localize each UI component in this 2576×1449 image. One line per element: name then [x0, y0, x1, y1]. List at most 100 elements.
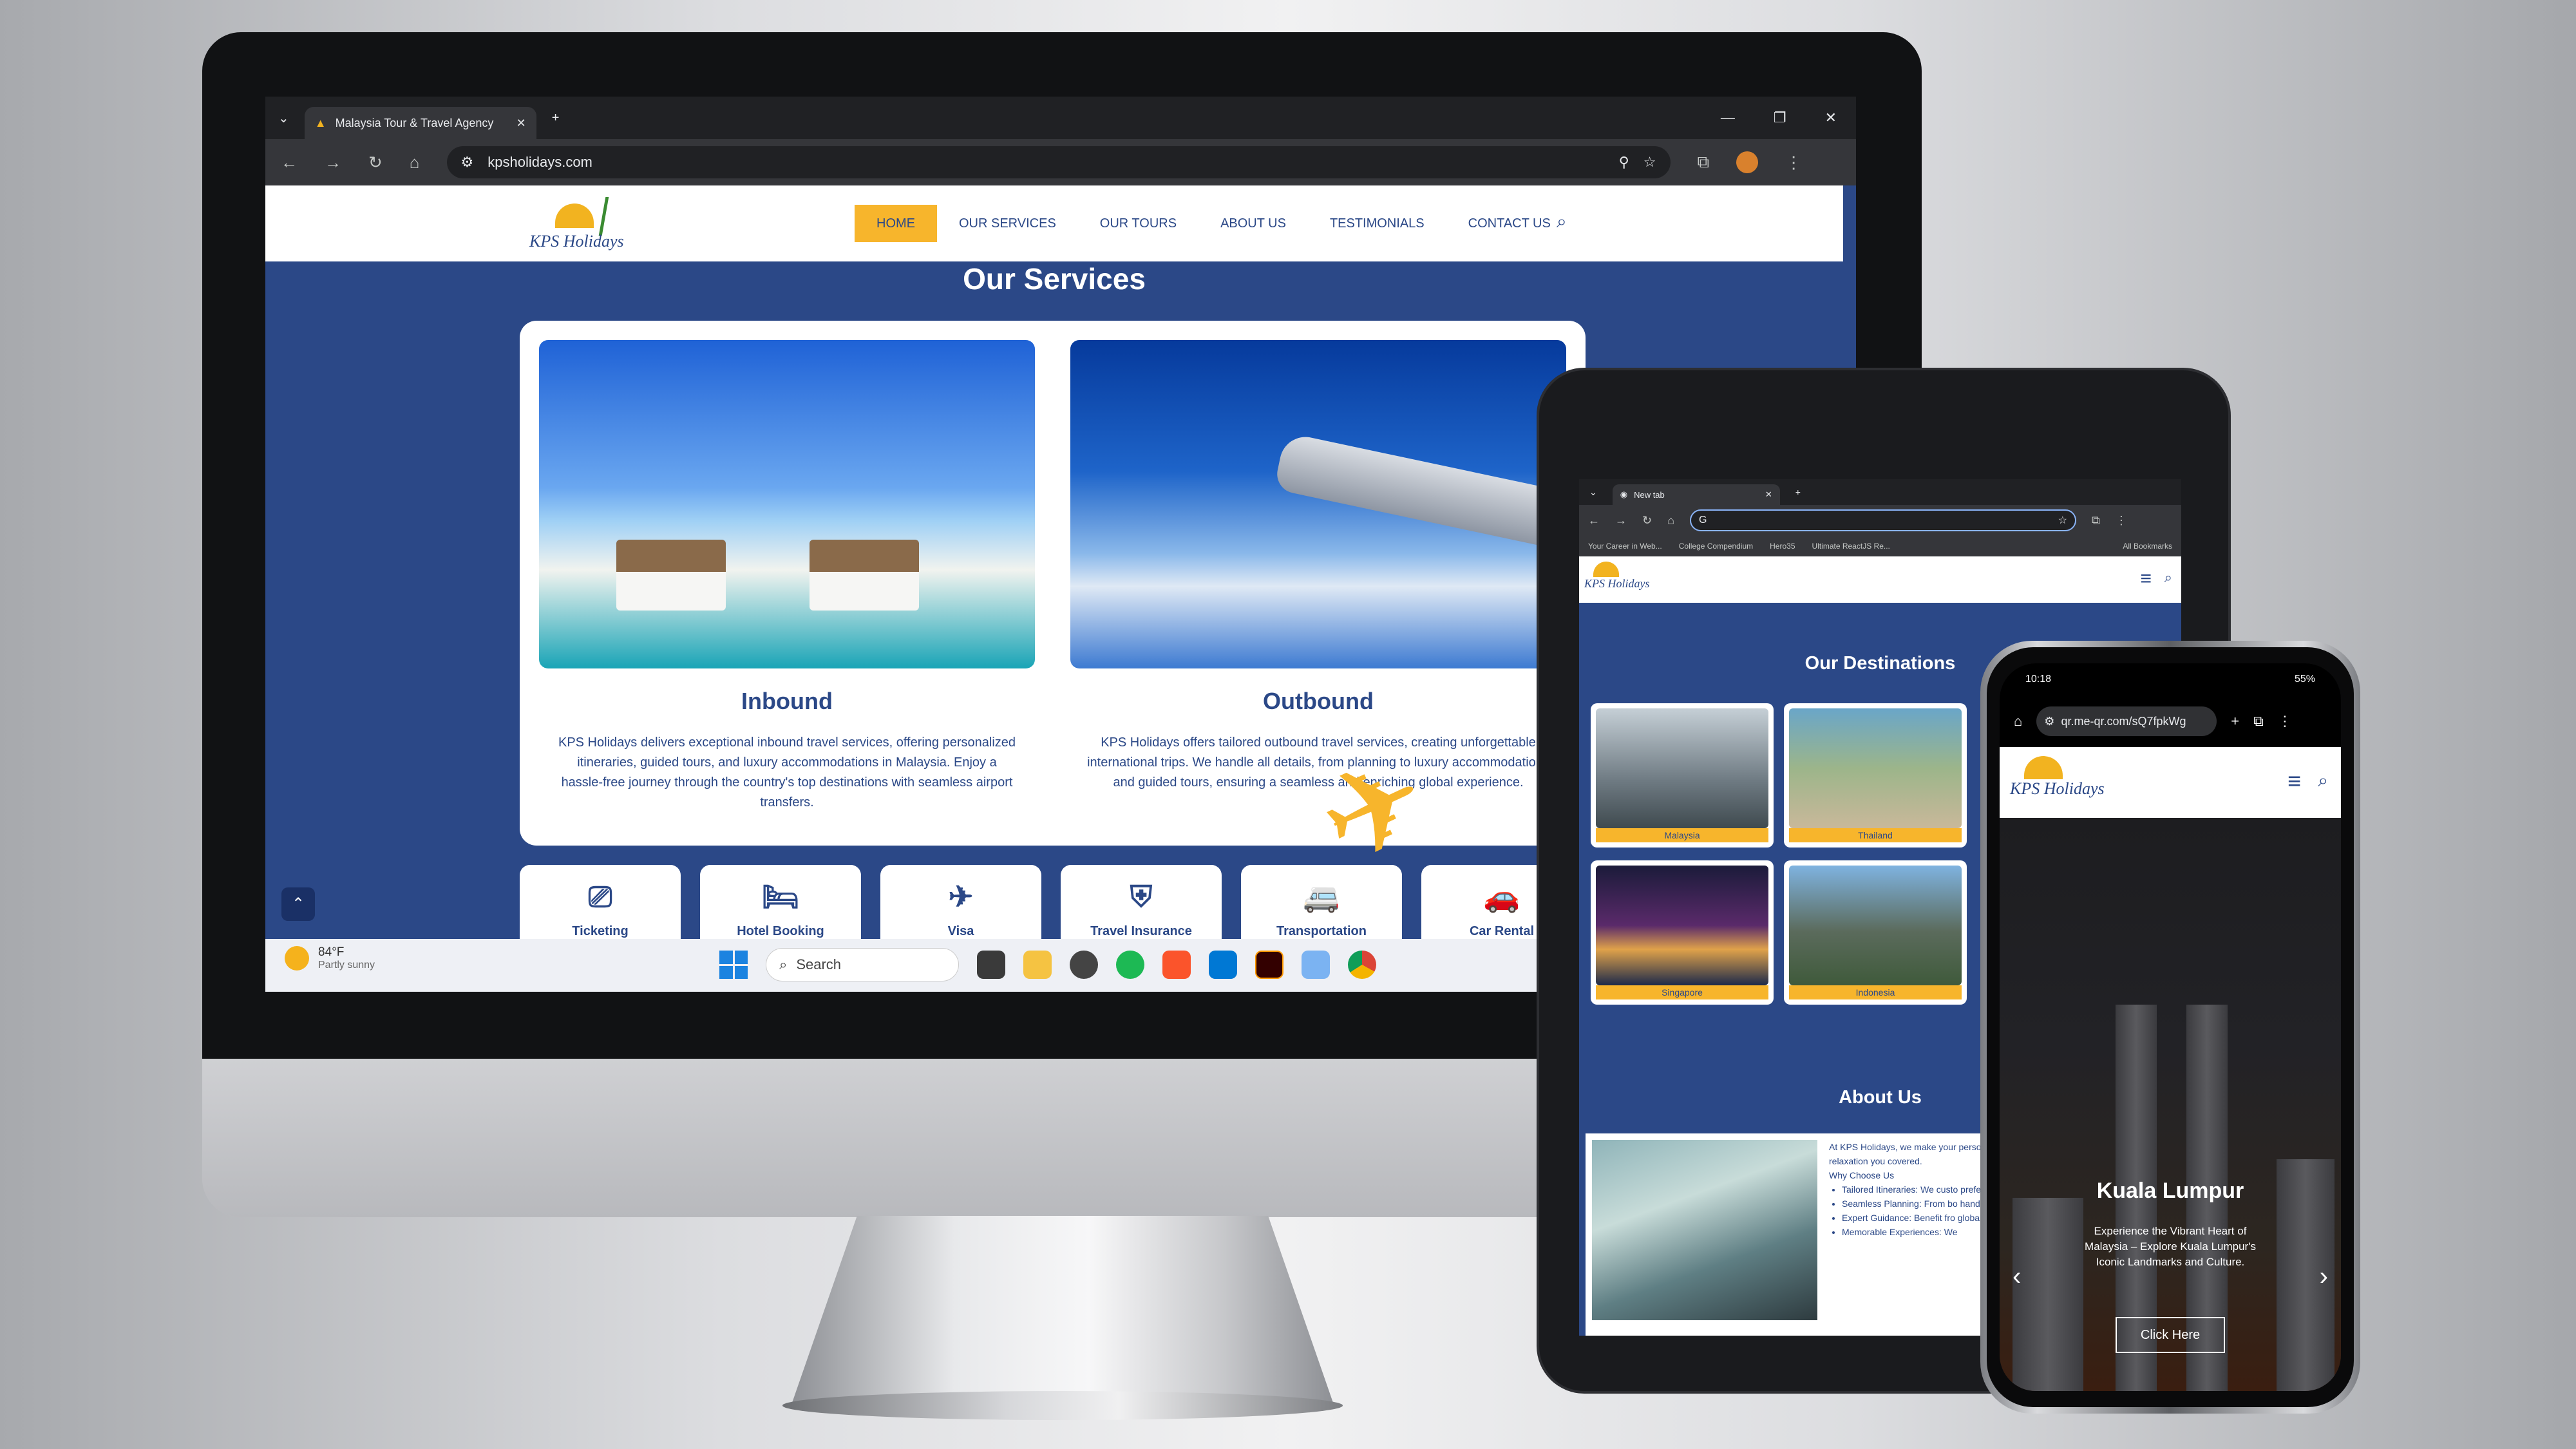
chrome-icon[interactable]: [1348, 951, 1376, 979]
car-icon: 🚗: [1483, 880, 1520, 913]
tablet-site-navbar: KPS Holidays ≡ ⌕: [1579, 556, 2181, 603]
menu-contact-us[interactable]: CONTACT US: [1446, 205, 1573, 242]
tab-search-icon[interactable]: ⌄: [278, 110, 289, 126]
forward-icon[interactable]: →: [1615, 514, 1627, 527]
service-card-hotel[interactable]: 🛏 Hotel Booking: [700, 865, 861, 939]
destination-card[interactable]: Malaysia: [1591, 703, 1774, 848]
illustrator-icon[interactable]: [1255, 951, 1283, 979]
forward-icon[interactable]: →: [325, 153, 341, 173]
service-cards-row: ⎚ Ticketing 🛏 Hotel Booking ✈ Visa ⛨ Travel …: [520, 865, 1582, 939]
phone-screen: 10:18 55% ⌂ ⚙ qr.me-qr.com/sQ7fpkWg + ⧉ …: [2000, 663, 2341, 1391]
destination-card[interactable]: Indonesia: [1784, 860, 1967, 1005]
weather-temp: 84°F: [318, 945, 345, 959]
address-bar[interactable]: ⚙ qr.me-qr.com/sQ7fpkWg: [2036, 706, 2217, 736]
browser-tab[interactable]: ◉ New tab ✕: [1612, 484, 1780, 505]
new-tab-button[interactable]: +: [552, 111, 560, 126]
click-here-button[interactable]: Click Here: [2116, 1317, 2225, 1353]
close-window-icon[interactable]: ✕: [1825, 109, 1837, 126]
service-title-inbound: Inbound: [741, 688, 833, 714]
service-card-visa[interactable]: ✈ Visa: [880, 865, 1041, 939]
address-bar[interactable]: G ☆: [1689, 509, 2076, 531]
minimize-icon[interactable]: —: [1721, 109, 1735, 126]
site-info-icon[interactable]: ⚙: [461, 154, 474, 171]
bookmark-item[interactable]: Hero35: [1770, 542, 1795, 551]
search-icon[interactable]: ⌕: [2318, 770, 2328, 791]
service-card-ticketing[interactable]: ⎚ Ticketing: [520, 865, 681, 939]
weather-widget[interactable]: 84°F Partly sunny: [285, 945, 375, 971]
prev-arrow-icon[interactable]: ‹: [2012, 1262, 2021, 1291]
back-icon[interactable]: ←: [281, 153, 298, 173]
service-card-transportation[interactable]: 🚐 Transportation: [1241, 865, 1402, 939]
next-arrow-icon[interactable]: ›: [2320, 1262, 2328, 1291]
service-title-outbound: Outbound: [1263, 688, 1374, 714]
app-icon[interactable]: [1070, 951, 1098, 979]
service-label: Ticketing: [572, 924, 629, 938]
bookmark-item[interactable]: Ultimate ReactJS Re...: [1812, 542, 1890, 551]
menu-kebab-icon[interactable]: ⋮: [1785, 153, 1802, 173]
windows-start-icon[interactable]: [719, 951, 748, 979]
home-icon[interactable]: ⌂: [2014, 713, 2022, 730]
extensions-icon[interactable]: ⧉: [2092, 514, 2100, 527]
weather-desc: Partly sunny: [318, 960, 375, 971]
taskbar-search[interactable]: ⌕ Search: [766, 948, 959, 981]
reload-icon[interactable]: ↻: [368, 153, 383, 173]
menu-home[interactable]: HOME: [855, 205, 937, 242]
tab-title: Malaysia Tour & Travel Agency: [335, 116, 494, 129]
snipping-tool-icon[interactable]: [1302, 951, 1330, 979]
menu-testimonials[interactable]: TESTIMONIALS: [1308, 205, 1446, 242]
main-menu: HOME OUR SERVICES OUR TOURS ABOUT US TES…: [855, 205, 1573, 242]
destination-card[interactable]: Thailand: [1784, 703, 1967, 848]
bookmark-item[interactable]: College Compendium: [1679, 542, 1753, 551]
tab-search-icon[interactable]: ⌄: [1589, 487, 1597, 498]
menu-kebab-icon[interactable]: ⋮: [2278, 713, 2292, 730]
destination-card[interactable]: Singapore: [1591, 860, 1774, 1005]
new-tab-button[interactable]: +: [1795, 487, 1801, 497]
browser-tab[interactable]: ▲ Malaysia Tour & Travel Agency ✕: [304, 107, 536, 139]
new-tab-icon[interactable]: +: [2231, 713, 2239, 730]
service-card-insurance[interactable]: ⛨ Travel Insurance: [1061, 865, 1222, 939]
search-icon[interactable]: ⌕: [2164, 569, 2172, 586]
search-icon: ⌕: [779, 956, 788, 972]
bookmark-star-icon[interactable]: ☆: [1643, 154, 1656, 171]
address-bar[interactable]: ⚙ kpsholidays.com ⚲ ☆: [446, 146, 1671, 178]
menu-our-services[interactable]: OUR SERVICES: [937, 205, 1078, 242]
search-icon[interactable]: ⌕: [1557, 211, 1567, 232]
service-label: Car Rental: [1469, 924, 1535, 938]
home-icon[interactable]: ⌂: [1667, 514, 1674, 527]
reload-icon[interactable]: ↻: [1642, 514, 1652, 527]
file-explorer-icon[interactable]: [1023, 951, 1052, 979]
menu-about-us[interactable]: ABOUT US: [1198, 205, 1308, 242]
bookmark-item[interactable]: Your Career in Web...: [1588, 542, 1662, 551]
tab-close-icon[interactable]: ✕: [1765, 489, 1772, 500]
menu-kebab-icon[interactable]: ⋮: [2116, 514, 2127, 527]
site-logo[interactable]: KPS Holidays: [2010, 756, 2105, 799]
zoom-icon[interactable]: ⚲: [1619, 154, 1629, 171]
home-icon[interactable]: ⌂: [410, 153, 420, 173]
hut-shape: [810, 540, 919, 611]
url-text: qr.me-qr.com/sQ7fpkWg: [2061, 714, 2186, 728]
spotify-icon[interactable]: [1116, 951, 1144, 979]
phone-status-bar: 10:18 55%: [2000, 663, 2341, 696]
back-icon[interactable]: ←: [1588, 514, 1600, 527]
extensions-icon[interactable]: ⧉: [1698, 152, 1710, 173]
all-bookmarks[interactable]: All Bookmarks: [2123, 542, 2181, 551]
vscode-icon[interactable]: [1209, 951, 1237, 979]
taskbar-apps: ⌕ Search: [719, 948, 1376, 981]
maximize-icon[interactable]: ❐: [1774, 109, 1786, 126]
scroll-top-button[interactable]: ⌃: [281, 887, 315, 921]
bed-icon: 🛏: [761, 880, 800, 913]
site-logo[interactable]: KPS Holidays: [1584, 562, 1650, 591]
bookmark-star-icon[interactable]: ☆: [2058, 514, 2067, 527]
hamburger-menu-icon[interactable]: ≡: [2140, 568, 2152, 590]
hero-slider: Kuala Lumpur Experience the Vibrant Hear…: [2000, 818, 2341, 1391]
taskbar-search-label: Search: [796, 956, 842, 972]
menu-our-tours[interactable]: OUR TOURS: [1078, 205, 1198, 242]
brave-icon[interactable]: [1162, 951, 1191, 979]
site-logo[interactable]: KPS Holidays: [529, 197, 632, 255]
hamburger-menu-icon[interactable]: ≡: [2287, 768, 2301, 795]
task-view-icon[interactable]: [977, 951, 1005, 979]
tabs-count-icon[interactable]: ⧉: [2253, 713, 2264, 730]
profile-avatar[interactable]: [1736, 151, 1759, 173]
destination-image: [1789, 866, 1962, 985]
tab-close-icon[interactable]: ✕: [516, 117, 526, 130]
